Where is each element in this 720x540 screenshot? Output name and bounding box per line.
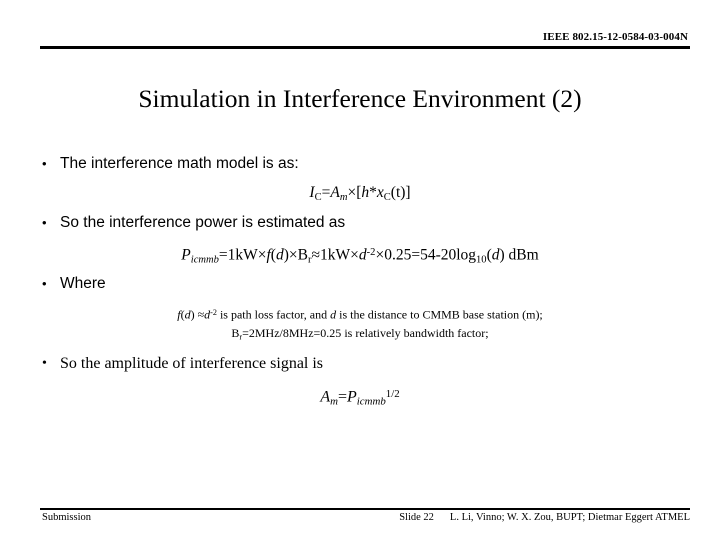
header-divider-rule <box>40 46 690 49</box>
eq3-equals: = <box>337 388 347 406</box>
page-title: Simulation in Interference Environment (… <box>138 84 582 113</box>
slide-header: IEEE 802.15-12-0584-03-004N <box>0 0 720 56</box>
eq2-br-var: B <box>297 246 308 264</box>
eq3-exponent: 1/2 <box>385 388 400 400</box>
eq1-h-var: h <box>361 184 370 201</box>
eq1-x-sub: C <box>383 191 391 203</box>
eq3-p-sub: icmmb <box>356 395 386 408</box>
slide-canvas: IEEE 802.15-12-0584-03-004N Simulation i… <box>0 0 720 540</box>
w1-d-exponent: -2 <box>210 308 217 317</box>
bullet-label-3: Where <box>60 275 106 292</box>
eq2-result: 54-20log <box>420 246 477 264</box>
footer-authors: L. Li, Vinno; W. X. Zou, BUPT; Dietmar E… <box>449 512 690 523</box>
bullet-item-1: • The interference math model is as: <box>0 150 720 177</box>
w1-text-end: is the distance to CMMB base station (m)… <box>336 307 543 322</box>
bullet-item-3: • Where <box>0 270 720 297</box>
eq1-x-var: x <box>376 184 384 201</box>
bullet-label-2: So the interference power is estimated a… <box>60 214 346 231</box>
eq2-p-var: P <box>181 246 191 264</box>
w2-body: =2MHz/8MHz=0.25 <box>242 326 342 340</box>
eq1-convolution: * <box>369 184 377 201</box>
eq2-result-equals: = <box>411 246 421 264</box>
eq2-times-4: × <box>375 246 385 264</box>
bullet-marker-icon: • <box>42 215 47 230</box>
equation-amplitude: Am=Picmmb1/2 <box>0 381 720 408</box>
eq3-a-sub: m <box>330 395 338 408</box>
eq1-lhs-sub: C <box>314 191 322 203</box>
footer-divider-rule <box>40 508 690 510</box>
bullet-marker-icon: • <box>42 276 47 291</box>
bullet-marker-icon: • <box>42 356 47 371</box>
w1-text-mid: is path loss factor, and <box>216 307 331 322</box>
eq3-a-var: A <box>320 388 331 406</box>
eq1-times: × <box>347 184 357 201</box>
bullet-item-2: • So the interference power is estimated… <box>0 209 720 236</box>
footer-submission-label: Submission <box>42 512 92 523</box>
eq2-term2: 1kW <box>320 246 351 264</box>
footer-right-group: Slide 22 L. Li, Vinno; W. X. Zou, BUPT; D… <box>399 512 690 523</box>
bullet-item-4: • So the amplitude of interference signa… <box>0 350 720 377</box>
eq2-d-var2: d <box>358 246 367 264</box>
bullet-marker-icon: • <box>42 156 47 171</box>
equation-interference-power: Picmmb=1kW×f(d)×Br≈1kW×d-2×0.25=54-20log… <box>0 240 720 266</box>
eq2-times-2: × <box>288 246 298 264</box>
eq3-p-var: P <box>346 388 357 406</box>
w2-tail: is relatively bandwidth factor; <box>341 326 489 340</box>
eq2-approx: ≈ <box>311 246 321 264</box>
eq2-p-sub: icmmb <box>190 254 219 266</box>
eq2-log-base: 10 <box>476 254 487 266</box>
eq2-d-var: d <box>275 246 284 264</box>
equation-interference-model: IC=Am×[h*xC(t)] <box>0 180 720 205</box>
w1-paren-close: ) <box>190 307 195 322</box>
eq1-t-arg: (t) <box>390 184 406 201</box>
eq2-term1: 1kW <box>227 246 258 264</box>
eq1-amp-var: A <box>330 184 340 201</box>
bullet-label-1: The interference math model is as: <box>60 155 299 172</box>
slide-body: • The interference math model is as: IC=… <box>0 150 720 408</box>
eq2-factor: 0.25 <box>384 246 412 264</box>
document-id-header: IEEE 802.15-12-0584-03-004N <box>542 31 688 43</box>
where-line-1: f(d) ≈d-2 is path loss factor, and d is … <box>0 302 720 323</box>
eq2-equals: = <box>218 246 228 264</box>
bullet-label-4: So the amplitude of interference signal … <box>60 355 324 372</box>
where-line-2: Br=2MHz/8MHz=0.25 is relatively bandwidt… <box>0 323 720 344</box>
footer-slide-number: Slide 22 <box>399 512 434 523</box>
eq2-unit: dBm <box>508 246 539 264</box>
eq1-bracket-close: ] <box>405 184 411 201</box>
eq2-times-3: × <box>350 246 359 264</box>
eq2-result-paren-close: ) <box>499 246 505 264</box>
